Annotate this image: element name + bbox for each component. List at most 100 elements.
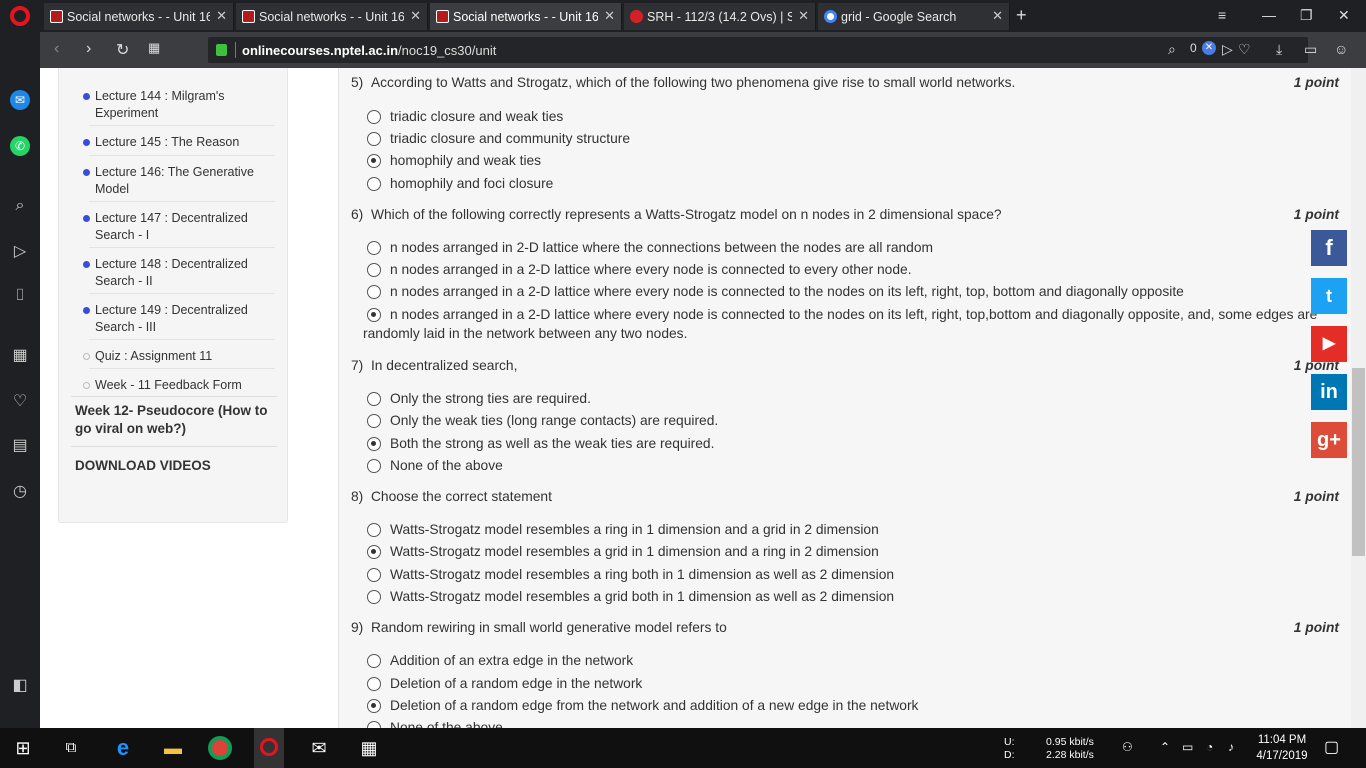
- radio-button-selected[interactable]: [367, 308, 381, 322]
- radio-button[interactable]: [367, 459, 381, 473]
- sidebar-item-lecture-145[interactable]: Lecture 145 : The Reason: [75, 134, 275, 151]
- search-icon[interactable]: ⌕: [10, 196, 30, 216]
- facebook-icon[interactable]: f: [1311, 230, 1347, 266]
- sidebar-item-feedback-11[interactable]: Week - 11 Feedback Form: [75, 377, 275, 394]
- minimize-icon[interactable]: —: [1262, 7, 1276, 23]
- radio-button[interactable]: [367, 590, 381, 604]
- battery-icon[interactable]: ▭: [1304, 41, 1317, 58]
- account-icon[interactable]: ☺: [1334, 41, 1348, 57]
- q7-option-1[interactable]: Only the strong ties are required.: [367, 390, 591, 408]
- q9-option-3[interactable]: Deletion of a random edge from the netwo…: [367, 697, 918, 715]
- radio-button[interactable]: [367, 414, 381, 428]
- radio-button[interactable]: [367, 568, 381, 582]
- url-field[interactable]: onlinecourses.nptel.ac.in /noc19_cs30/un…: [208, 37, 1308, 63]
- task-view-icon[interactable]: ⧉: [58, 736, 84, 760]
- restore-icon[interactable]: ❐: [1300, 7, 1313, 24]
- q8-option-1[interactable]: Watts-Strogatz model resembles a ring in…: [367, 521, 879, 539]
- radio-button[interactable]: [367, 721, 381, 728]
- wifi-icon[interactable]: ◔: [1206, 740, 1213, 754]
- q9-option-2[interactable]: Deletion of a random edge in the network: [367, 675, 642, 693]
- close-icon[interactable]: ✕: [216, 8, 227, 24]
- download-videos-link[interactable]: DOWNLOAD VIDEOS: [75, 458, 211, 473]
- notification-icon[interactable]: ▢: [1324, 737, 1339, 757]
- radio-button[interactable]: [367, 285, 381, 299]
- radio-button[interactable]: [367, 523, 381, 537]
- window-close-icon[interactable]: ✕: [1338, 7, 1350, 24]
- q5-option-3[interactable]: homophily and weak ties: [367, 152, 541, 170]
- reload-icon[interactable]: ↻: [116, 40, 129, 60]
- q7-option-3[interactable]: Both the strong as well as the weak ties…: [367, 435, 714, 453]
- tab-1[interactable]: Social networks - - Unit 16 ✕: [44, 3, 234, 30]
- radio-button[interactable]: [367, 110, 381, 124]
- q8-option-2[interactable]: Watts-Strogatz model resembles a grid in…: [367, 543, 879, 561]
- speed-dial-icon[interactable]: ▦: [148, 40, 160, 56]
- chrome-icon[interactable]: [208, 736, 232, 760]
- send-icon[interactable]: ▷: [10, 242, 30, 262]
- file-explorer-icon[interactable]: ▬: [160, 736, 186, 760]
- close-icon[interactable]: ✕: [604, 8, 615, 24]
- q5-option-1[interactable]: triadic closure and weak ties: [367, 108, 563, 126]
- messenger-icon[interactable]: ✉: [10, 90, 30, 110]
- send-icon[interactable]: ▷: [1222, 41, 1233, 58]
- radio-button[interactable]: [367, 177, 381, 191]
- radio-button[interactable]: [367, 392, 381, 406]
- apps-icon[interactable]: ▦: [10, 346, 30, 366]
- download-icon[interactable]: ⤓: [1276, 41, 1282, 58]
- sidebar-item-lecture-146[interactable]: Lecture 146: The Generative Model: [75, 164, 275, 198]
- close-icon[interactable]: ✕: [798, 8, 809, 24]
- adblock-counter[interactable]: 0: [1190, 41, 1197, 55]
- adblock-icon[interactable]: ✕: [1202, 41, 1216, 55]
- close-icon[interactable]: ✕: [992, 8, 1003, 24]
- tab-4[interactable]: SRH - 112/3 (14.2 Ovs) | SR ✕: [624, 3, 816, 30]
- tab-menu-icon[interactable]: ≡: [1218, 7, 1226, 23]
- q6-option-1[interactable]: n nodes arranged in 2-D lattice where th…: [367, 239, 933, 257]
- q7-option-2[interactable]: Only the weak ties (long range contacts)…: [367, 412, 718, 430]
- sidebar-item-lecture-144[interactable]: Lecture 144 : Milgram's Experiment: [75, 88, 275, 122]
- q9-option-1[interactable]: Addition of an extra edge in the network: [367, 652, 633, 670]
- news-icon[interactable]: ▤: [10, 436, 30, 456]
- sidebar-week-12[interactable]: Week 12- Pseudocore (How to go viral on …: [75, 402, 275, 438]
- sidebar-item-quiz-11[interactable]: Quiz : Assignment 11: [75, 348, 275, 365]
- q7-option-4[interactable]: None of the above: [367, 457, 503, 475]
- sidebar-item-lecture-149[interactable]: Lecture 149 : Decentralized Search - III: [75, 302, 275, 336]
- search-icon[interactable]: ⌕: [1168, 41, 1176, 58]
- heart-icon[interactable]: ♡: [1238, 41, 1251, 58]
- radio-button[interactable]: [367, 241, 381, 255]
- mail-icon[interactable]: ✉: [306, 736, 332, 760]
- q6-option-3[interactable]: n nodes arranged in a 2-D lattice where …: [367, 283, 1184, 301]
- battery-icon[interactable]: ▭: [1182, 740, 1193, 754]
- radio-button[interactable]: [367, 654, 381, 668]
- radio-button[interactable]: [367, 263, 381, 277]
- youtube-icon[interactable]: ▶: [1311, 326, 1347, 362]
- history-icon[interactable]: ◷: [10, 482, 30, 502]
- whatsapp-icon[interactable]: ✆: [10, 136, 30, 156]
- radio-button[interactable]: [367, 132, 381, 146]
- q6-option-2[interactable]: n nodes arranged in a 2-D lattice where …: [367, 261, 912, 279]
- new-tab-button[interactable]: +: [1016, 5, 1027, 26]
- q9-option-4[interactable]: None of the above: [367, 719, 503, 728]
- tab-3[interactable]: Social networks - - Unit 16 ✕: [430, 3, 622, 30]
- tab-5[interactable]: grid - Google Search ✕: [818, 3, 1010, 30]
- radio-button-selected[interactable]: [367, 437, 381, 451]
- opera-menu-icon[interactable]: [10, 6, 30, 26]
- sidebar-item-lecture-148[interactable]: Lecture 148 : Decentralized Search - II: [75, 256, 275, 290]
- q8-option-3[interactable]: Watts-Strogatz model resembles a ring bo…: [367, 566, 894, 584]
- radio-button[interactable]: [367, 677, 381, 691]
- calculator-icon[interactable]: ▦: [356, 736, 382, 760]
- twitter-icon[interactable]: t: [1311, 278, 1347, 314]
- radio-button-selected[interactable]: [367, 154, 381, 168]
- edge-icon[interactable]: e: [110, 736, 136, 760]
- q5-option-4[interactable]: homophily and foci closure: [367, 175, 553, 193]
- google-plus-icon[interactable]: g+: [1311, 422, 1347, 458]
- volume-icon[interactable]: ♪: [1228, 740, 1234, 754]
- q8-option-4[interactable]: Watts-Strogatz model resembles a grid bo…: [367, 588, 894, 606]
- q5-option-2[interactable]: triadic closure and community structure: [367, 130, 630, 148]
- scrollbar-thumb[interactable]: [1352, 368, 1365, 556]
- system-clock[interactable]: 11:04 PM 4/17/2019: [1254, 732, 1310, 764]
- radio-button-selected[interactable]: [367, 545, 381, 559]
- opera-taskbar-icon[interactable]: [254, 728, 284, 768]
- tray-chevron-icon[interactable]: ⌃: [1160, 740, 1170, 754]
- sidebar-toggle-icon[interactable]: ◧: [10, 676, 30, 696]
- windows-start-icon[interactable]: ⊞: [10, 736, 36, 760]
- sidebar-item-lecture-147[interactable]: Lecture 147 : Decentralized Search - I: [75, 210, 275, 244]
